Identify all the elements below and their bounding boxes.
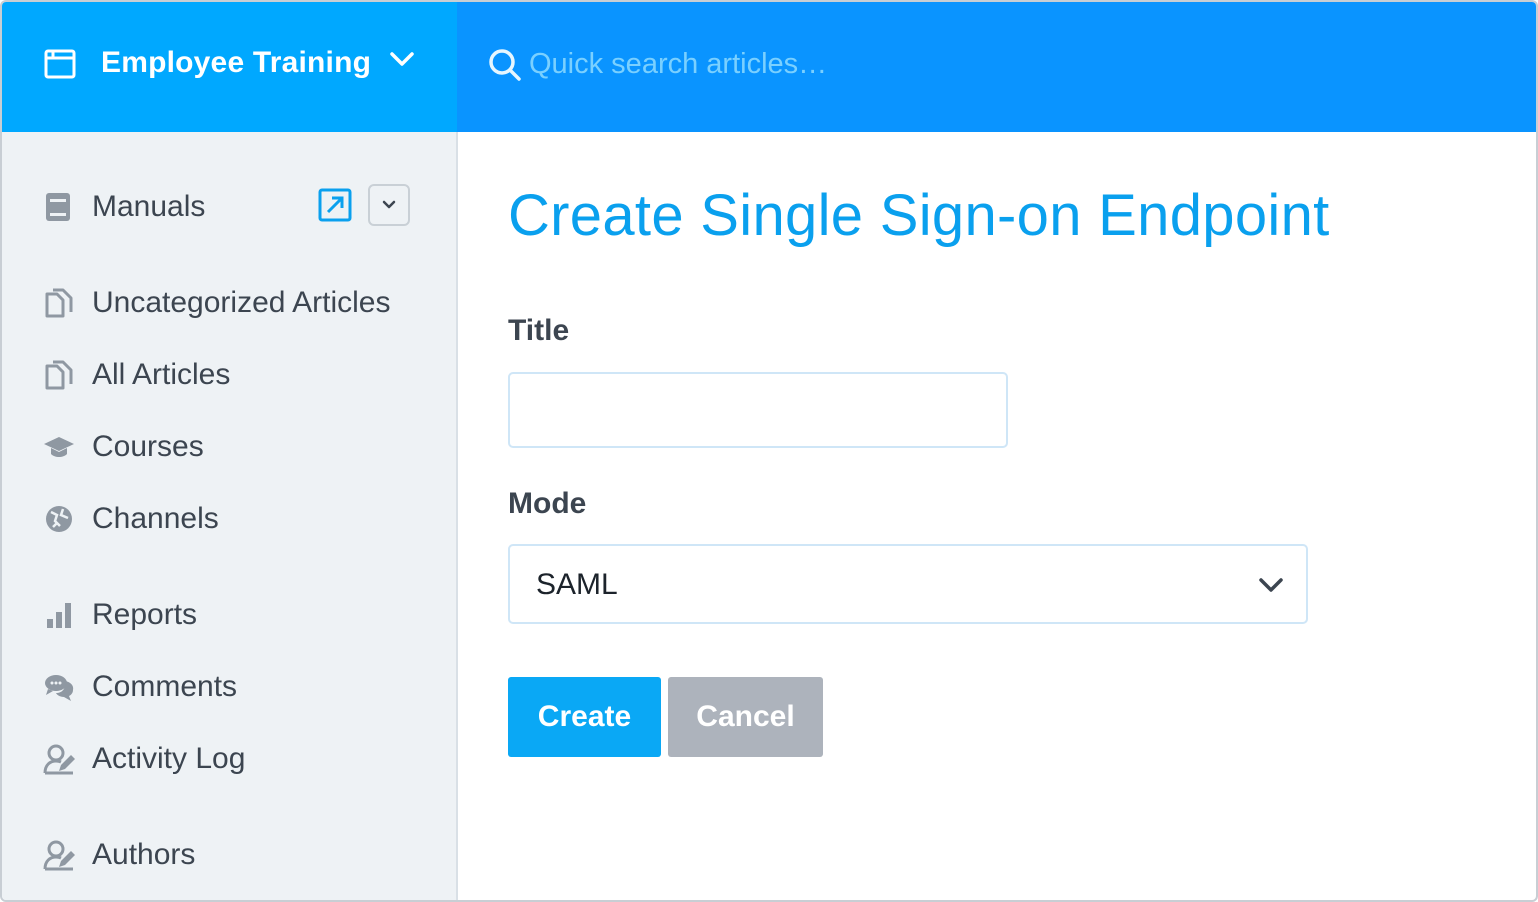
sidebar-item-channels[interactable]: Channels [42, 494, 219, 544]
sidebar-item-activity-log[interactable]: Activity Log [42, 734, 245, 784]
sidebar-item-authors[interactable]: Authors [42, 830, 195, 880]
app-switcher[interactable]: Employee Training [2, 2, 457, 132]
browser-window-icon [44, 49, 76, 79]
mode-label: Mode [508, 487, 587, 520]
manuals-dropdown-button[interactable] [368, 184, 410, 226]
sidebar: Manuals Uncategorized Articles All Artic… [2, 132, 458, 900]
sidebar-item-courses[interactable]: Courses [42, 422, 204, 472]
mode-select-value: SAML [536, 568, 618, 601]
top-bar [457, 2, 1536, 132]
bar-chart-icon [42, 598, 76, 632]
cancel-button[interactable]: Cancel [668, 677, 823, 757]
create-button[interactable]: Create [508, 677, 661, 757]
sidebar-item-manuals[interactable]: Manuals [42, 182, 205, 232]
comments-icon [42, 670, 76, 704]
documents-icon [42, 286, 76, 320]
chevron-down-icon[interactable] [387, 48, 417, 70]
chevron-down-icon [1259, 578, 1283, 592]
sidebar-item-uncategorized-articles[interactable]: Uncategorized Articles [42, 278, 390, 328]
app-title: Employee Training [101, 46, 372, 79]
main-content: Create Single Sign-on Endpoint Title Mod… [460, 132, 1536, 900]
sidebar-item-all-articles[interactable]: All Articles [42, 350, 230, 400]
app-window: Employee Training Manuals [0, 0, 1538, 902]
sidebar-item-comments[interactable]: Comments [42, 662, 237, 712]
sidebar-item-label: Channels [92, 502, 219, 535]
documents-icon [42, 358, 76, 392]
sidebar-item-label: All Articles [92, 358, 231, 391]
sidebar-item-label: Activity Log [92, 742, 246, 775]
user-edit-icon [42, 838, 76, 872]
sidebar-item-reports[interactable]: Reports [42, 590, 197, 640]
page-title: Create Single Sign-on Endpoint [508, 183, 1330, 248]
sidebar-item-label: Manuals [92, 190, 206, 223]
search-input[interactable] [529, 38, 1429, 90]
title-field[interactable] [508, 372, 1008, 448]
sidebar-item-label: Uncategorized Articles [92, 286, 391, 319]
chevron-down-icon [382, 200, 396, 209]
graduation-cap-icon [42, 430, 76, 464]
book-icon [42, 190, 76, 224]
user-edit-icon [42, 742, 76, 776]
sidebar-item-label: Reports [92, 598, 198, 631]
sidebar-item-label: Courses [92, 430, 204, 463]
external-link-icon[interactable] [318, 188, 352, 222]
search-icon [489, 49, 521, 81]
sidebar-item-label: Comments [92, 670, 238, 703]
title-label: Title [508, 314, 570, 347]
globe-icon [42, 502, 76, 536]
mode-select[interactable]: SAML [508, 544, 1308, 624]
sidebar-item-label: Authors [92, 838, 196, 871]
